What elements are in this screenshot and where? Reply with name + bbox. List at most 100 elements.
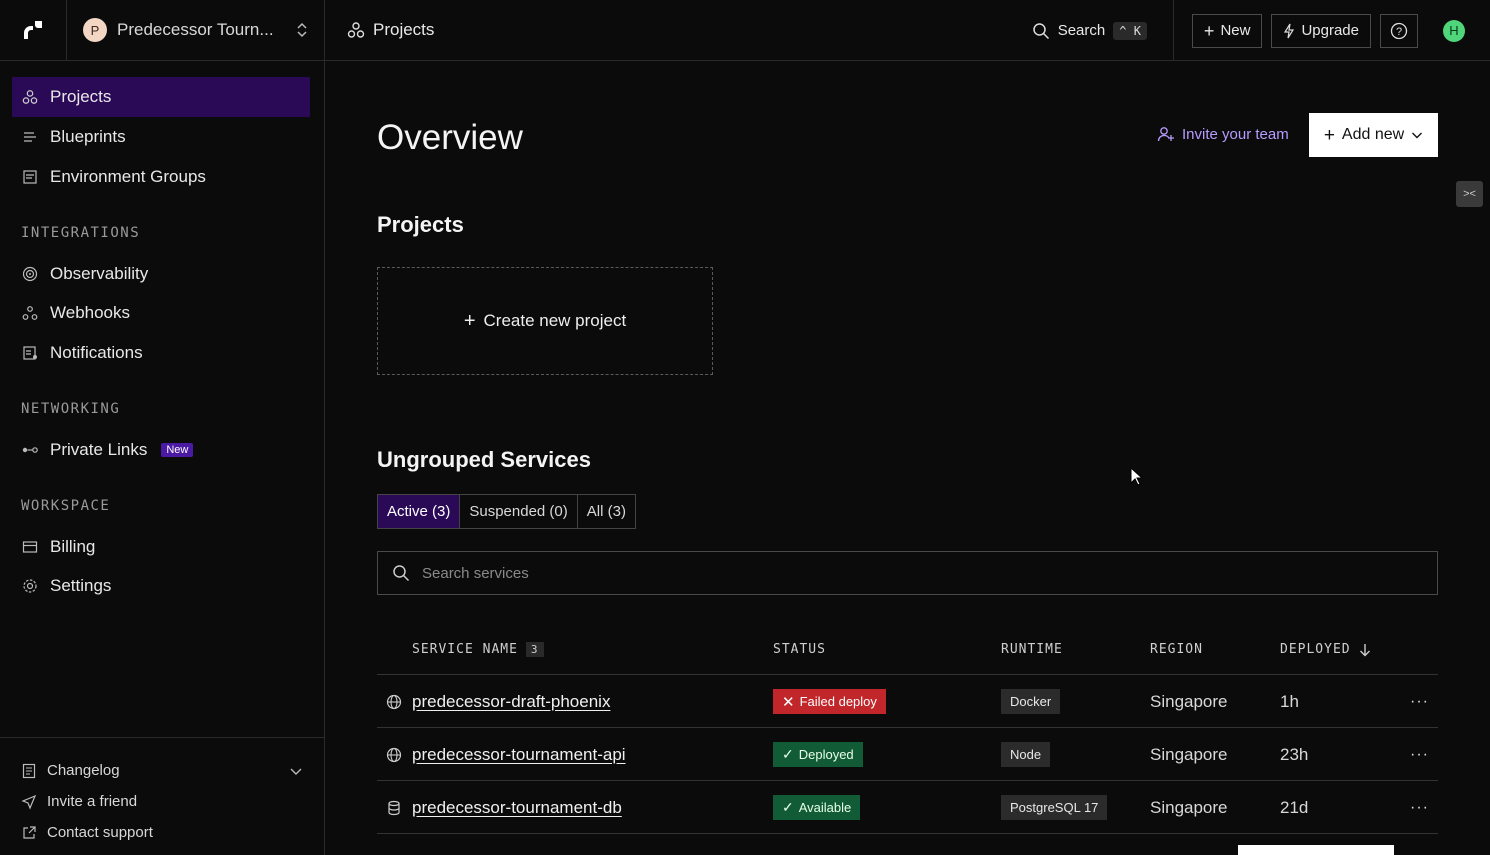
breadcrumb-label: Projects: [373, 20, 435, 39]
toast-edge: [1238, 845, 1394, 855]
render-logo-icon: [24, 21, 42, 39]
changelog-icon: [22, 763, 36, 778]
user-avatar[interactable]: H: [1443, 19, 1465, 42]
sidebar: Projects Blueprints Environment Groups I…: [0, 61, 325, 855]
sidebar-item-label: Settings: [50, 576, 112, 595]
invite-friend-label: Invite a friend: [47, 793, 138, 810]
external-link-icon: [23, 825, 36, 839]
sidebar-item-label: Projects: [50, 87, 112, 106]
table-row[interactable]: predecessor-tournament-api ✓ Deployed No…: [377, 728, 1438, 781]
create-project-button[interactable]: + Create new project: [377, 267, 713, 375]
sidebar-item-notifications[interactable]: Notifications: [12, 333, 310, 373]
sidebar-item-label: Private Links: [50, 440, 148, 459]
column-label: REGION: [1150, 642, 1203, 657]
webhooks-icon: [22, 306, 38, 320]
invite-team-button[interactable]: Invite your team: [1157, 125, 1289, 143]
section-label-networking: NETWORKING: [21, 401, 121, 417]
sidebar-item-private-links[interactable]: Private Links New: [12, 430, 310, 470]
sidebar-item-label: Blueprints: [50, 127, 126, 146]
sidebar-item-settings[interactable]: Settings: [12, 566, 310, 606]
status-badge: ✕ Failed deploy: [773, 689, 886, 714]
column-label: SERVICE NAME: [412, 642, 518, 657]
runtime-cell: PostgreSQL 17: [1001, 781, 1108, 834]
section-label-integrations: INTEGRATIONS: [21, 225, 141, 241]
search-icon: [393, 565, 410, 582]
chevron-down-icon: [1412, 132, 1423, 139]
projects-icon: [22, 90, 38, 104]
status-badge: ✓ Available: [773, 795, 861, 820]
region-cell: Singapore: [1150, 797, 1228, 817]
column-status[interactable]: STATUS: [773, 642, 826, 657]
sidebar-footer: Changelog Invite a friend Contact suppor…: [0, 737, 324, 855]
search-icon: [1032, 22, 1049, 39]
tab-suspended[interactable]: Suspended (0): [460, 495, 578, 528]
sidebar-item-projects[interactable]: Projects: [12, 77, 310, 117]
upgrade-button[interactable]: Upgrade: [1271, 13, 1371, 48]
sidebar-item-billing[interactable]: Billing: [12, 527, 310, 567]
status-cell: ✓ Available: [773, 781, 861, 834]
service-name-link[interactable]: predecessor-tournament-api: [412, 745, 626, 765]
service-name-cell: predecessor-draft-phoenix: [412, 675, 610, 728]
runtime-badge: Node: [1001, 742, 1051, 767]
runtime-badge: PostgreSQL 17: [1001, 795, 1108, 820]
row-more-button[interactable]: ···: [1410, 781, 1429, 834]
sidebar-item-label: Billing: [50, 537, 96, 556]
row-more-button[interactable]: ···: [1410, 728, 1429, 781]
new-badge: New: [161, 443, 194, 457]
column-label: DEPLOYED: [1280, 642, 1351, 657]
sidebar-item-webhooks[interactable]: Webhooks: [12, 293, 310, 333]
search-button[interactable]: Search ^ K: [1032, 0, 1174, 61]
column-label: RUNTIME: [1001, 642, 1063, 657]
service-name-link[interactable]: predecessor-draft-phoenix: [412, 692, 610, 712]
contact-support-link[interactable]: Contact support: [21, 824, 153, 841]
service-name-link[interactable]: predecessor-tournament-db: [412, 798, 622, 818]
service-type-cell: [386, 675, 402, 728]
svg-text:?: ?: [1396, 26, 1402, 38]
send-icon: [21, 794, 37, 810]
service-name-cell: predecessor-tournament-db: [412, 781, 622, 834]
checkmark-icon: ✓: [782, 799, 794, 815]
create-project-label: Create new project: [483, 311, 627, 330]
status-label: Deployed: [798, 747, 854, 762]
service-filter-tabs: Active (3) Suspended (0) All (3): [377, 494, 636, 529]
search-services-input[interactable]: [422, 564, 1322, 582]
top-bar: P Predecessor Tourn... Projects Search ^: [0, 0, 1490, 61]
sidebar-item-environment-groups[interactable]: Environment Groups: [12, 157, 310, 197]
services-table-header: SERVICE NAME 3 STATUS RUNTIME REGION DEP…: [377, 627, 1438, 675]
projects-heading: Projects: [377, 212, 464, 237]
region-cell: Singapore: [1150, 744, 1228, 764]
tab-all[interactable]: All (3): [578, 495, 635, 528]
panel-toggle-icon[interactable]: ><: [1456, 181, 1483, 207]
status-cell: ✓ Deployed: [773, 728, 863, 781]
services-heading: Ungrouped Services: [377, 447, 591, 472]
deployed-cell: 21d: [1280, 797, 1309, 817]
tab-active[interactable]: Active (3): [378, 495, 461, 528]
globe-icon: [386, 694, 402, 709]
observability-icon: [22, 266, 38, 282]
workspace-switcher[interactable]: P Predecessor Tourn...: [67, 0, 325, 61]
column-region[interactable]: REGION: [1150, 642, 1203, 657]
app-logo[interactable]: [0, 0, 67, 61]
table-row[interactable]: predecessor-draft-phoenix ✕ Failed deplo…: [377, 675, 1438, 728]
chevron-down-icon: [290, 768, 302, 775]
changelog-link[interactable]: Changelog: [21, 762, 303, 779]
column-label: STATUS: [773, 642, 826, 657]
help-button[interactable]: ?: [1380, 13, 1418, 48]
add-new-button[interactable]: + Add new: [1309, 113, 1438, 157]
column-deployed[interactable]: DEPLOYED: [1280, 642, 1371, 657]
sidebar-item-observability[interactable]: Observability: [12, 254, 310, 294]
lightning-icon: [1284, 23, 1295, 38]
main-content: Overview Invite your team + Add new >< P…: [325, 61, 1490, 855]
row-more-button[interactable]: ···: [1410, 675, 1429, 728]
add-user-icon: [1157, 127, 1174, 142]
plus-icon: +: [463, 310, 476, 332]
column-service-name[interactable]: SERVICE NAME 3: [412, 642, 544, 657]
column-runtime[interactable]: RUNTIME: [1001, 642, 1063, 657]
table-row[interactable]: predecessor-tournament-db ✓ Available Po…: [377, 781, 1438, 834]
new-button[interactable]: + New: [1191, 13, 1263, 48]
top-actions: Search ^ K + New Upgrade ? H: [1032, 0, 1490, 61]
search-label: Search: [1057, 22, 1106, 39]
invite-friend-link[interactable]: Invite a friend: [21, 793, 137, 810]
add-new-label: Add new: [1341, 126, 1405, 143]
sidebar-item-blueprints[interactable]: Blueprints: [12, 117, 310, 157]
